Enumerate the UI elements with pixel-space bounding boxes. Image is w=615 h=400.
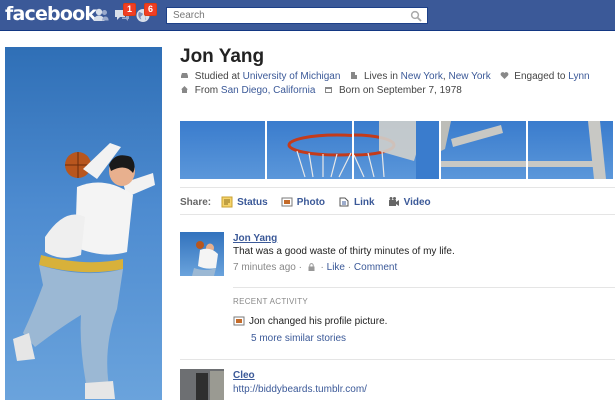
search-box	[166, 7, 428, 24]
profile-name: Jon Yang	[180, 46, 265, 67]
profile-picture[interactable]	[5, 47, 162, 400]
meta-separator: ·	[298, 262, 302, 273]
heart-icon	[500, 72, 508, 79]
story-meta: 7 minutes ago · · Like · Comment	[233, 262, 397, 273]
photo-icon	[281, 197, 293, 207]
recent-activity-heading: RECENT ACTIVITY	[233, 297, 309, 306]
share-link-label: Link	[354, 196, 375, 208]
share-bar: Share: Status Photo Link Video	[180, 195, 444, 209]
lives-prefix: Lives in	[363, 71, 398, 82]
link-icon	[339, 197, 349, 207]
profile-picture-change-icon	[233, 316, 245, 326]
share-video-label: Video	[403, 196, 431, 208]
share-link-button[interactable]: Link	[338, 196, 375, 208]
building-icon	[351, 72, 358, 79]
notifications-count-badge: 6	[143, 3, 157, 16]
city-link[interactable]: New York	[401, 71, 443, 82]
photo-tile-4[interactable]	[441, 121, 526, 179]
video-icon	[388, 197, 399, 206]
share-status-button[interactable]: Status	[221, 196, 268, 208]
recent-activity-item: Jon changed his profile picture.	[233, 315, 387, 327]
from-prefix: From	[194, 85, 219, 96]
share-photo-button[interactable]: Photo	[281, 196, 325, 208]
meta-separator: ·	[320, 262, 324, 273]
hometown-link[interactable]: San Diego, California	[221, 85, 316, 96]
like-link[interactable]: Like	[327, 262, 345, 273]
car-icon	[181, 73, 188, 78]
home-icon	[181, 86, 188, 93]
story-timestamp[interactable]: 7 minutes ago	[233, 262, 296, 273]
recent-photos-strip	[180, 121, 615, 179]
photo-tile-5[interactable]	[528, 121, 613, 179]
messages-icon[interactable]: 1	[113, 3, 136, 24]
share-status-label: Status	[237, 196, 268, 208]
status-icon	[221, 196, 233, 208]
cleo-avatar[interactable]	[180, 369, 224, 400]
recent-activity-text: Jon changed his profile picture.	[249, 315, 388, 327]
info-line-1: Studied at University of Michigan Lives …	[180, 71, 590, 82]
story-text: That was a good waste of thirty minutes …	[233, 246, 455, 257]
friend-requests-icon[interactable]	[92, 6, 110, 24]
share-photo-label: Photo	[296, 196, 326, 208]
more-similar-stories-link[interactable]: 5 more similar stories	[251, 333, 346, 344]
divider	[180, 359, 615, 360]
lock-icon	[308, 263, 315, 271]
search-icon[interactable]	[410, 10, 422, 22]
story-author-name[interactable]: Jon Yang	[233, 233, 277, 244]
divider	[233, 287, 615, 288]
share-video-button[interactable]: Video	[388, 196, 431, 208]
state-link[interactable]: New York	[448, 71, 490, 82]
notifications-globe-icon[interactable]: 6	[134, 3, 157, 24]
cleo-shared-link[interactable]: http://biddybeards.tumblr.com/	[233, 384, 367, 395]
facebook-logo[interactable]: facebook	[5, 3, 97, 25]
photo-tile-1[interactable]	[180, 121, 265, 179]
meta-separator: ·	[347, 262, 352, 273]
birthday-text: Born on September 7, 1978	[338, 85, 462, 96]
comment-link[interactable]: Comment	[354, 262, 397, 273]
search-input[interactable]	[167, 8, 403, 23]
top-bar: facebook 1 6	[0, 0, 615, 31]
divider	[180, 187, 615, 188]
cleo-author-name[interactable]: Cleo	[233, 370, 255, 381]
photo-tile-3[interactable]	[354, 121, 439, 179]
engaged-prefix: Engaged to	[514, 71, 566, 82]
studied-prefix: Studied at	[194, 71, 240, 82]
photo-tile-2[interactable]	[267, 121, 352, 179]
calendar-icon	[325, 87, 333, 93]
divider	[180, 214, 615, 215]
share-label: Share:	[180, 196, 212, 208]
story-author-avatar[interactable]	[180, 232, 224, 276]
school-link[interactable]: University of Michigan	[243, 71, 341, 82]
info-line-2: From San Diego, California Born on Septe…	[180, 85, 462, 96]
partner-link[interactable]: Lynn	[568, 71, 589, 82]
